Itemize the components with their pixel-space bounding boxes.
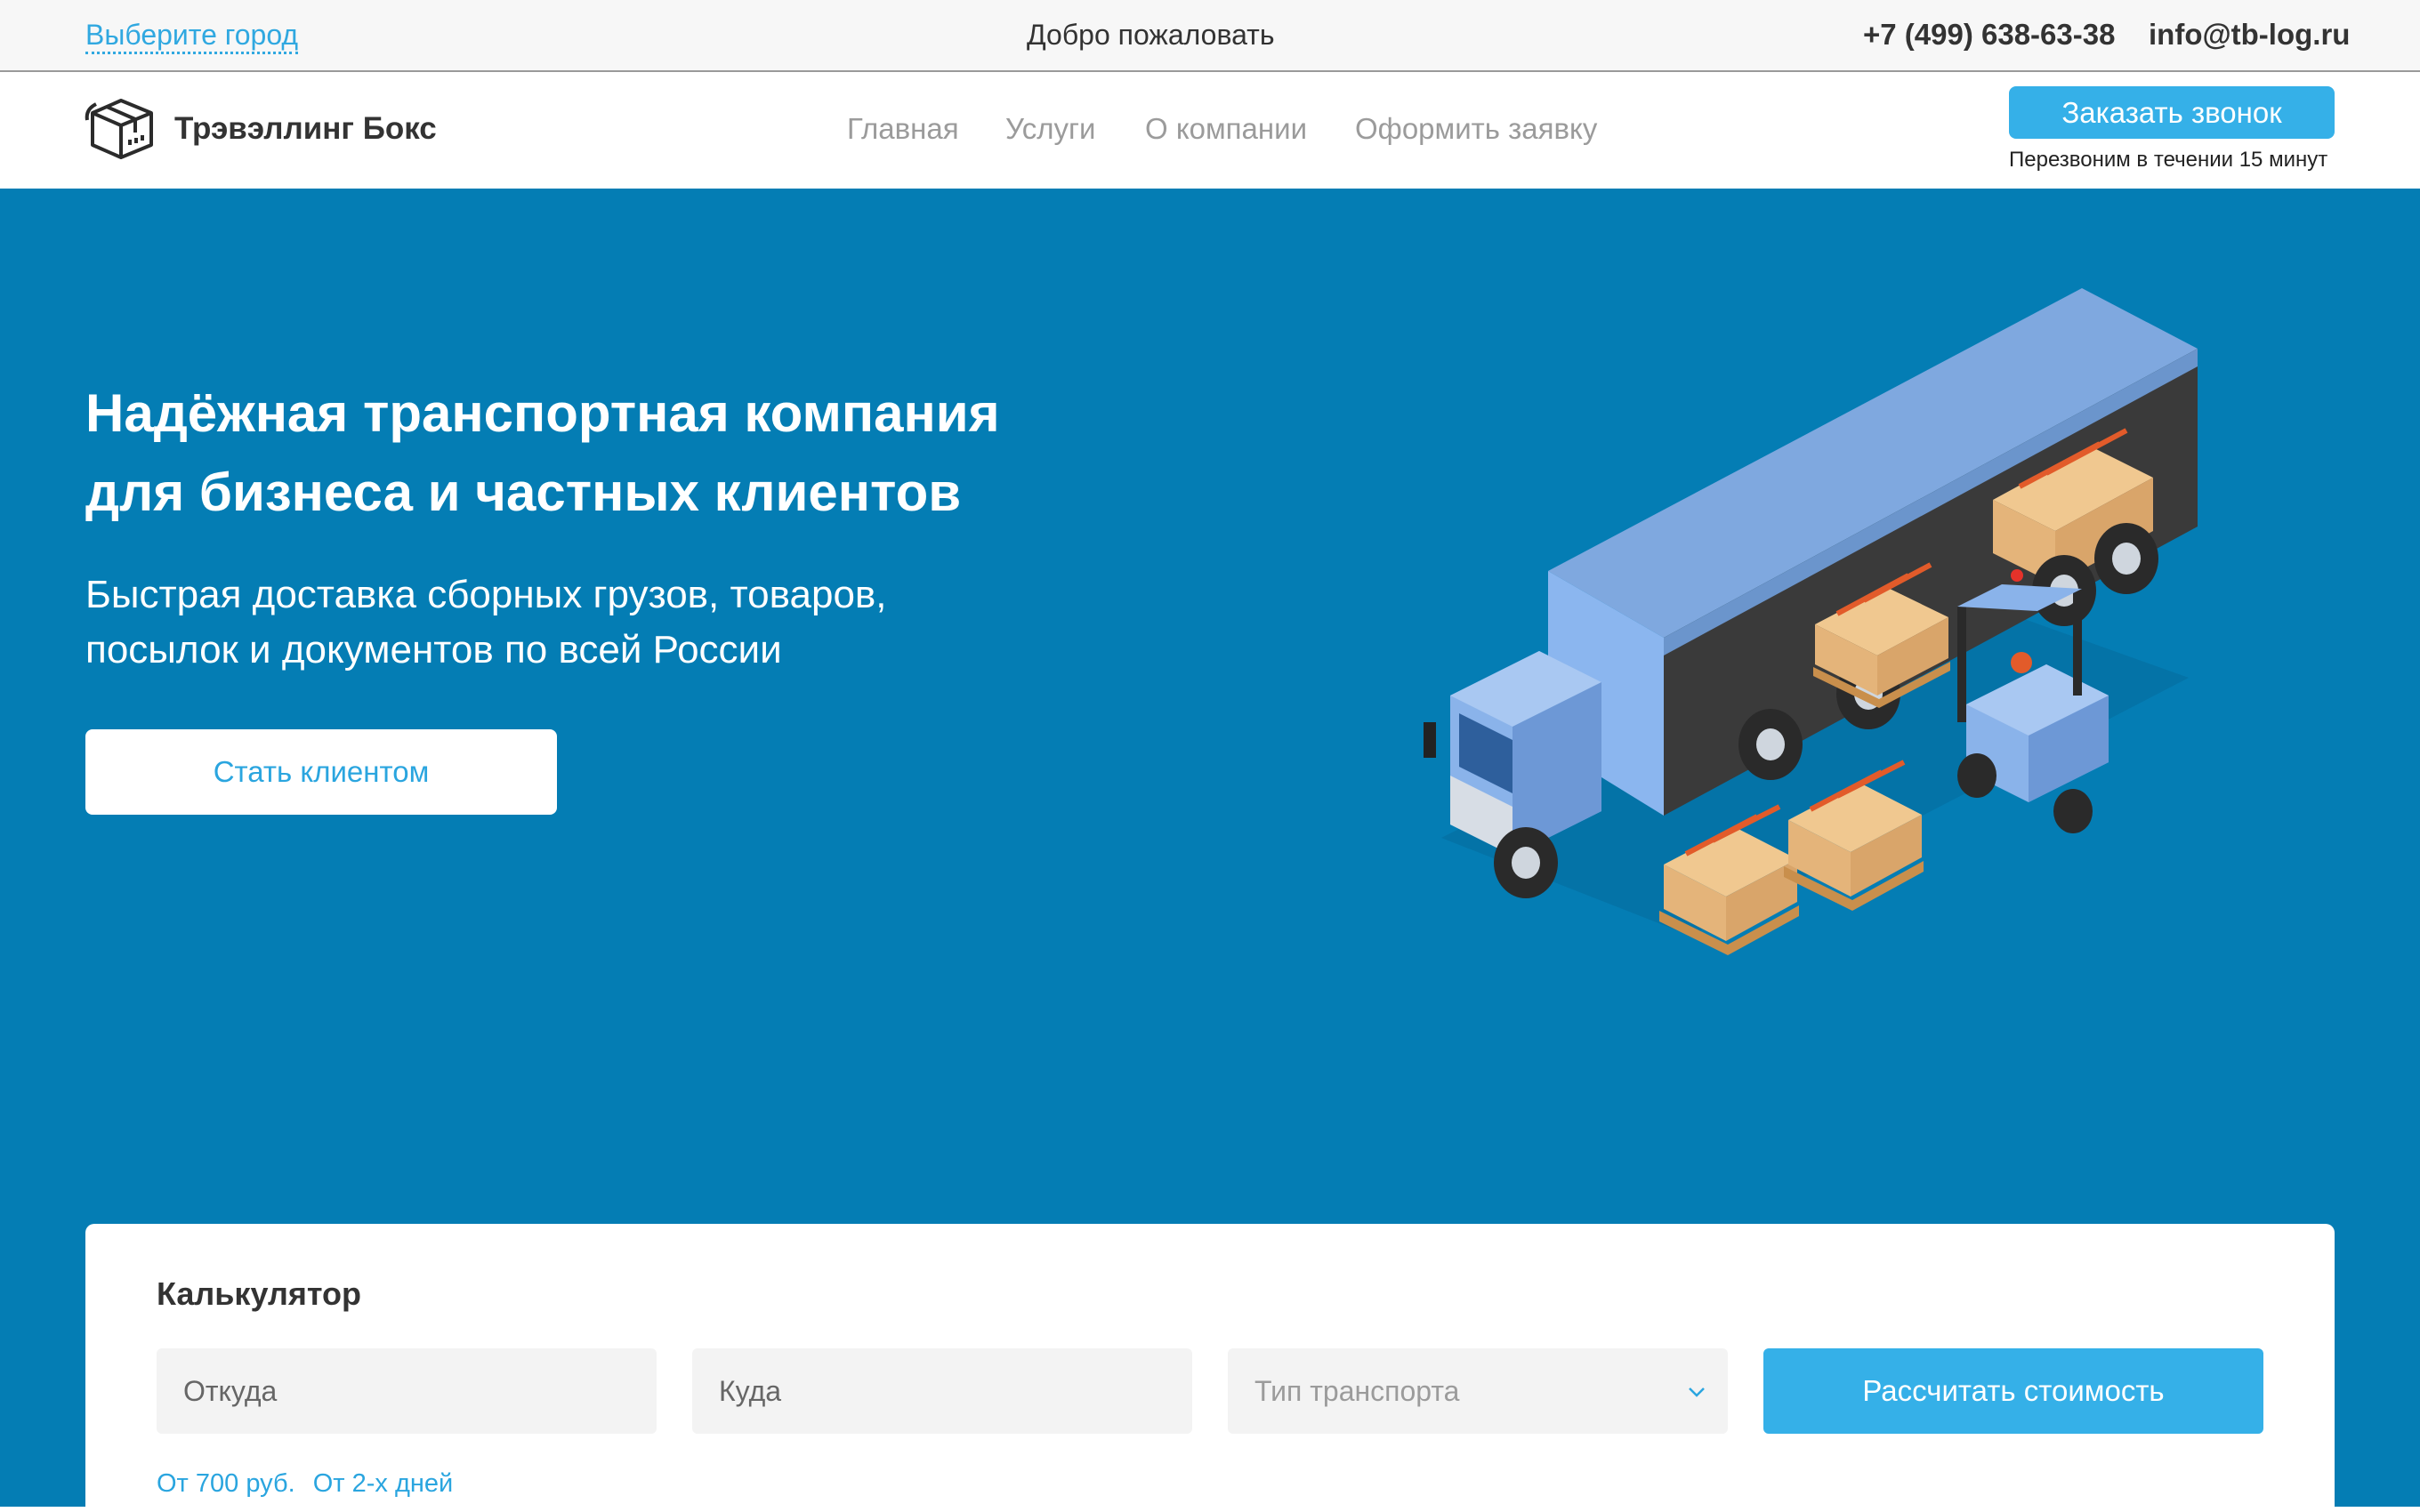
hero-title-line-2: для бизнеса и частных клиентов: [85, 462, 962, 522]
callback-button[interactable]: Заказать звонок: [2009, 86, 2335, 139]
hero-subtitle: Быстрая доставка сборных грузов, товаров…: [85, 567, 1153, 678]
top-bar: Выберите город Добро пожаловать +7 (499)…: [0, 0, 2420, 72]
city-select-link[interactable]: Выберите город: [85, 18, 299, 54]
calculator-card: Калькулятор Откуда Куда Тип транспорта Р…: [85, 1224, 2335, 1512]
hero-subtitle-line-2: посылок и документов по всей России: [85, 628, 782, 672]
callback-note: Перезвоним в течении 15 минут: [2009, 148, 2328, 172]
main-header: Трэвэллинг Бокс Главная Услуги О компани…: [0, 74, 2420, 189]
chevron-down-icon: [1689, 1387, 1705, 1397]
hero-subtitle-line-1: Быстрая доставка сборных грузов, товаров…: [85, 573, 887, 616]
calculate-cost-button[interactable]: Рассчитать стоимость: [1763, 1348, 2263, 1434]
welcome-text: Добро пожаловать: [1027, 19, 1275, 51]
to-input[interactable]: Куда: [692, 1348, 1192, 1434]
phone-link[interactable]: +7 (499) 638-63-38: [1863, 18, 2115, 52]
calculator-notes: От 700 руб. От 2-х дней: [157, 1468, 464, 1500]
hero-title-line-1: Надёжная транспортная компания: [85, 383, 1000, 443]
nav-item-services[interactable]: Услуги: [1005, 111, 1095, 147]
time-note: От 2-х дней: [312, 1469, 454, 1498]
price-note: От 700 руб.: [157, 1469, 295, 1498]
truck-forklift-illustration: [1424, 288, 2198, 955]
nav-item-about[interactable]: О компании: [1145, 111, 1307, 147]
calculator-title: Калькулятор: [157, 1275, 362, 1312]
email-link[interactable]: info@tb-log.ru: [2149, 18, 2350, 52]
nav-item-order[interactable]: Оформить заявку: [1355, 111, 1597, 147]
become-client-button[interactable]: Стать клиентом: [85, 729, 557, 815]
hero-section: Надёжная транспортная компания для бизне…: [0, 189, 2420, 1512]
from-input[interactable]: Откуда: [157, 1348, 657, 1434]
transport-type-value: Тип транспорта: [1254, 1375, 1460, 1407]
box-logo-icon[interactable]: [84, 93, 158, 163]
hero-title: Надёжная транспортная компания для бизне…: [85, 374, 1242, 532]
logo-text[interactable]: Трэвэллинг Бокс: [174, 111, 437, 147]
nav-item-home[interactable]: Главная: [847, 111, 959, 147]
transport-type-select[interactable]: Тип транспорта: [1228, 1348, 1728, 1434]
